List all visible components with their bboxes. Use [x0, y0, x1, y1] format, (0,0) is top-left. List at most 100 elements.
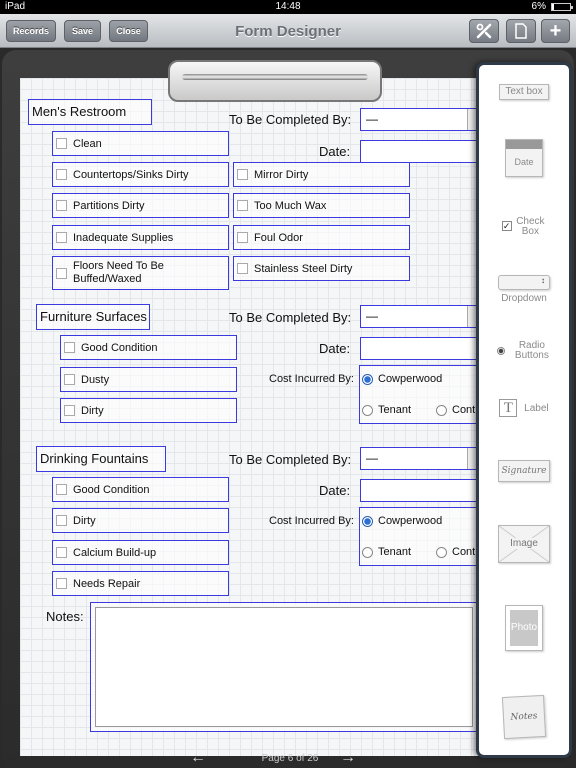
page-navigation: ← Page 6 of 26 →: [130, 749, 450, 768]
date-label: Date:: [319, 483, 351, 498]
checkbox-calcium[interactable]: Calcium Build-up: [52, 540, 229, 565]
radio-tenant[interactable]: Tenant: [362, 546, 411, 558]
page-title: Form Designer: [235, 23, 341, 40]
checkbox-odor[interactable]: Foul Odor: [233, 225, 410, 250]
checkbox-floors[interactable]: Floors Need To Be Buffed/Waxed: [52, 256, 229, 290]
date-label: Date:: [319, 341, 351, 356]
palette-image[interactable]: Image: [479, 525, 569, 563]
checkbox-supplies[interactable]: Inadequate Supplies: [52, 225, 229, 250]
checkbox-icon[interactable]: [237, 263, 248, 274]
dropdown-value: —: [366, 112, 378, 126]
checkbox-clean[interactable]: Clean: [52, 131, 229, 156]
clipboard-clip: [168, 60, 382, 102]
checkbox-wax[interactable]: Too Much Wax: [233, 193, 410, 218]
checkbox-icon[interactable]: [56, 578, 67, 589]
checkbox-needs-repair[interactable]: Needs Repair: [52, 571, 229, 596]
field-palette: Text box Date ✓ Check Box ↕ Dropdown Rad…: [476, 62, 572, 758]
radio-selected-icon[interactable]: [362, 373, 373, 385]
checkbox-icon[interactable]: [237, 232, 248, 243]
checkbox-icon[interactable]: [237, 200, 248, 211]
dropdown-value: —: [366, 451, 378, 465]
prev-page-arrow-icon[interactable]: ←: [190, 749, 206, 767]
checkbox-icon[interactable]: [56, 232, 67, 243]
cost-incurred-label: Cost Incurred By:: [269, 515, 354, 527]
checkbox-mirror[interactable]: Mirror Dirty: [233, 162, 410, 187]
next-page-arrow-icon[interactable]: →: [340, 749, 356, 767]
app-screen: iPad 14:48 6% Records Save Close Form De…: [0, 0, 576, 768]
radio-cowperwood[interactable]: Cowperwood: [362, 515, 442, 527]
palette-signature[interactable]: Signature: [479, 460, 569, 482]
checkbox-icon[interactable]: [56, 138, 67, 149]
date-field[interactable]: [360, 140, 478, 163]
checkbox-icon[interactable]: [64, 374, 75, 385]
plus-icon: +: [549, 20, 562, 42]
section-title-furniture[interactable]: Furniture Surfaces: [36, 304, 150, 330]
completed-by-dropdown[interactable]: —: [360, 108, 478, 131]
checkbox-partitions[interactable]: Partitions Dirty: [52, 193, 229, 218]
radio-contractor[interactable]: Cont: [436, 546, 476, 558]
radio-cowperwood[interactable]: Cowperwood: [362, 373, 442, 385]
palette-dropdown[interactable]: ↕ Dropdown: [479, 275, 569, 304]
checkbox-icon[interactable]: [56, 169, 67, 180]
notes-textarea[interactable]: [95, 607, 473, 727]
text-t-icon: T: [499, 399, 518, 417]
section-title-mens-restroom[interactable]: Men's Restroom: [28, 99, 152, 125]
clock: 14:48: [275, 1, 301, 12]
checkbox-icon[interactable]: [56, 515, 67, 526]
records-button[interactable]: Records: [6, 20, 56, 42]
section-title-drinking-fountains[interactable]: Drinking Fountains: [36, 446, 166, 472]
radio-contractor[interactable]: Cont: [436, 404, 476, 416]
palette-label[interactable]: T Label: [479, 399, 569, 417]
cost-incurred-label: Cost Incurred By:: [269, 373, 354, 385]
palette-text-box[interactable]: Text box: [479, 84, 569, 100]
tools-icon: [476, 23, 492, 39]
completed-by-dropdown[interactable]: —: [360, 305, 478, 328]
palette-photo[interactable]: Photo: [479, 605, 569, 651]
checkbox-icon[interactable]: [56, 200, 67, 211]
checkbox-dirty[interactable]: Dirty: [60, 398, 237, 423]
document-icon: [515, 23, 527, 39]
radio-icon[interactable]: [436, 546, 447, 558]
completed-by-dropdown[interactable]: —: [360, 447, 478, 470]
palette-radio-buttons[interactable]: Radio Buttons: [479, 341, 569, 361]
checkbox-good-condition[interactable]: Good Condition: [60, 335, 237, 360]
save-button[interactable]: Save: [64, 20, 101, 42]
close-button[interactable]: Close: [109, 20, 148, 42]
image-icon: Image: [498, 525, 550, 563]
checkmark-icon: ✓: [501, 221, 512, 231]
checkbox-icon[interactable]: [56, 267, 67, 279]
palette-notes[interactable]: Notes: [479, 694, 569, 740]
checkbox-icon[interactable]: [64, 405, 75, 416]
battery-percent: 6%: [531, 1, 546, 12]
status-bar: iPad 14:48 6%: [0, 0, 576, 14]
tools-button[interactable]: [469, 19, 499, 43]
checkbox-dirty[interactable]: Dirty: [52, 508, 229, 533]
toolbar: Records Save Close Form Designer +: [0, 14, 576, 48]
palette-checkbox[interactable]: ✓ Check Box: [479, 217, 569, 237]
checkbox-icon[interactable]: [56, 547, 67, 558]
radio-selected-icon[interactable]: [362, 515, 373, 527]
checkbox-icon[interactable]: [64, 342, 75, 353]
checkbox-icon[interactable]: [237, 169, 248, 180]
checkbox-dusty[interactable]: Dusty: [60, 367, 237, 392]
radio-icon[interactable]: [436, 404, 447, 416]
page-indicator: Page 6 of 26: [261, 753, 319, 764]
date-field[interactable]: [360, 479, 478, 502]
radio-icon: [497, 347, 506, 355]
radio-icon[interactable]: [362, 404, 373, 416]
radio-tenant[interactable]: Tenant: [362, 404, 411, 416]
add-button[interactable]: +: [541, 19, 570, 43]
to-be-completed-label: To Be Completed By:: [229, 310, 352, 325]
checkbox-good-condition[interactable]: Good Condition: [52, 477, 229, 502]
checkbox-stainless[interactable]: Stainless Steel Dirty: [233, 256, 410, 281]
dropdown-icon: ↕: [498, 275, 550, 290]
date-label: Date:: [319, 144, 351, 159]
sticky-note-icon: Notes: [501, 694, 547, 740]
page-button[interactable]: [506, 19, 536, 43]
date-field[interactable]: [360, 337, 478, 360]
checkbox-countertops[interactable]: Countertops/Sinks Dirty: [52, 162, 229, 187]
radio-icon[interactable]: [362, 546, 373, 558]
dropdown-value: —: [366, 309, 378, 323]
palette-date[interactable]: Date: [479, 139, 569, 177]
checkbox-icon[interactable]: [56, 484, 67, 495]
